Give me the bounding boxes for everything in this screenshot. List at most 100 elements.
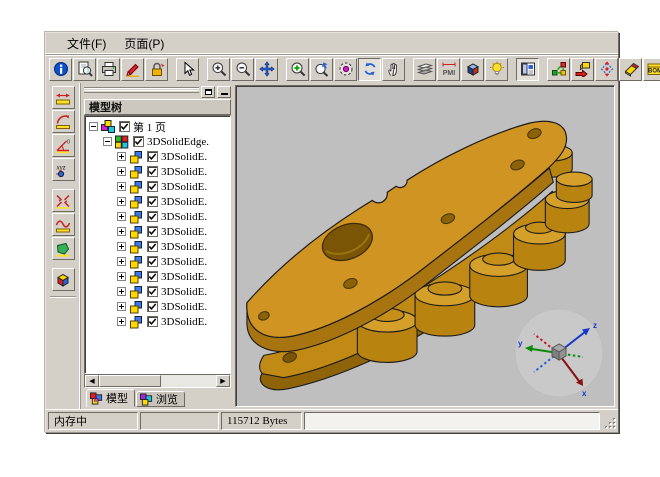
layers-button[interactable] [413, 58, 436, 81]
info-button[interactable] [49, 58, 72, 81]
measure-area-button[interactable] [52, 237, 75, 260]
visibility-checkbox[interactable] [147, 241, 158, 252]
measure-radius-button[interactable] [52, 110, 75, 133]
collapse-minus-icon[interactable] [103, 137, 112, 146]
scroll-track[interactable] [161, 375, 216, 387]
tree-node[interactable]: 3DSolidE. [87, 224, 230, 239]
tree-node[interactable]: 3DSolidE. [87, 284, 230, 299]
tree-node-label[interactable]: 第 1 页 [133, 119, 166, 135]
visibility-checkbox[interactable] [147, 271, 158, 282]
view-cube-button[interactable] [461, 58, 484, 81]
expand-plus-icon[interactable] [117, 167, 126, 176]
measure-distance-button[interactable] [52, 86, 75, 109]
tree-node[interactable]: 第 1 页 [87, 119, 230, 134]
scroll-right-button[interactable]: ▶ [216, 375, 230, 387]
tree-node-label[interactable]: 3DSolidE. [161, 196, 207, 208]
eraser-button[interactable] [619, 58, 642, 81]
tree-node[interactable]: 3DSolidE. [87, 254, 230, 269]
visibility-checkbox[interactable] [133, 136, 144, 147]
tree-node[interactable]: 3DSolidE. [87, 149, 230, 164]
measure-curve-button[interactable] [52, 213, 75, 236]
tree-node-label[interactable]: 3DSolidE. [161, 271, 207, 283]
tree-node[interactable]: 3DSolidE. [87, 164, 230, 179]
tab-model[interactable]: M模型 [86, 389, 135, 407]
measure-volume-button[interactable] [52, 268, 75, 291]
protect-key-button[interactable] [145, 58, 168, 81]
visibility-checkbox[interactable] [147, 196, 158, 207]
panel-maximize-button[interactable] [201, 86, 215, 98]
menu-item-file[interactable]: 文件(F) [60, 33, 113, 54]
light-button[interactable] [485, 58, 508, 81]
move-part-button[interactable] [571, 58, 594, 81]
orbit-widget[interactable]: z x y [512, 306, 606, 400]
tree-node[interactable]: 3DSolidE. [87, 269, 230, 284]
tab-browse[interactable]: 浏览 [136, 391, 185, 407]
tree-node-label[interactable]: 3DSolidE. [161, 241, 207, 253]
rotate-button[interactable] [358, 58, 381, 81]
expand-plus-icon[interactable] [117, 272, 126, 281]
select-cursor-button[interactable] [176, 58, 199, 81]
measure-angle-button[interactable]: 0 [52, 134, 75, 157]
rotate-part-button[interactable] [595, 58, 618, 81]
tree-node[interactable]: 3DSolidE. [87, 209, 230, 224]
panel-toggle-button[interactable] [516, 58, 539, 81]
tree-node[interactable]: 3DSolidE. [87, 194, 230, 209]
visibility-checkbox[interactable] [147, 211, 158, 222]
expand-plus-icon[interactable] [117, 317, 126, 326]
tree-node[interactable]: 3DSolidE. [87, 239, 230, 254]
tree-node-label[interactable]: 3DSolidE. [161, 316, 207, 328]
resize-grip[interactable] [602, 412, 617, 430]
viewport-3d[interactable]: z x y [235, 85, 615, 407]
measure-xyz-button[interactable]: xyz [52, 158, 75, 181]
tree-node[interactable]: 3DSolidE. [87, 179, 230, 194]
markup-pen-button[interactable] [121, 58, 144, 81]
tree-node[interactable]: 3DSolidEdge. [87, 134, 230, 149]
expand-plus-icon[interactable] [117, 242, 126, 251]
expand-plus-icon[interactable] [117, 182, 126, 191]
visibility-checkbox[interactable] [147, 166, 158, 177]
tree-node-label[interactable]: 3DSolidE. [161, 166, 207, 178]
visibility-checkbox[interactable] [147, 301, 158, 312]
tree-node-label[interactable]: 3DSolidE. [161, 256, 207, 268]
visibility-checkbox[interactable] [147, 286, 158, 297]
expand-plus-icon[interactable] [117, 212, 126, 221]
zoom-dynamic-button[interactable] [310, 58, 333, 81]
expand-plus-icon[interactable] [117, 287, 126, 296]
zoom-window-button[interactable] [286, 58, 309, 81]
tree-node-label[interactable]: 3DSolidE. [161, 301, 207, 313]
model-tree[interactable]: 第 1 页3DSolidEdge. 3DSolidE. 3DSolidE. 3DSol… [84, 115, 231, 374]
tree-node[interactable]: 3DSolidE. [87, 314, 230, 329]
menu-item-page[interactable]: 页面(P) [117, 33, 171, 54]
visibility-checkbox[interactable] [147, 151, 158, 162]
tree-node-label[interactable]: 3DSolidE. [161, 211, 207, 223]
tree-node-label[interactable]: 3DSolidE. [161, 226, 207, 238]
orbit-button[interactable] [334, 58, 357, 81]
bom-button[interactable]: BOM [643, 58, 660, 81]
tree-node-label[interactable]: 3DSolidE. [161, 151, 207, 163]
pmi-button[interactable]: PMI [437, 58, 460, 81]
zoom-out-button[interactable] [231, 58, 254, 81]
visibility-checkbox[interactable] [147, 226, 158, 237]
tree-node[interactable]: 3DSolidE. [87, 299, 230, 314]
hand-button[interactable] [382, 58, 405, 81]
print-preview-button[interactable] [73, 58, 96, 81]
tree-hscrollbar[interactable]: ◀ ▶ [84, 374, 231, 388]
visibility-checkbox[interactable] [147, 181, 158, 192]
tree-node-label[interactable]: 3DSolidE. [161, 181, 207, 193]
pan-button[interactable] [255, 58, 278, 81]
measure-gap-button[interactable] [52, 189, 75, 212]
tree-node-label[interactable]: 3DSolidEdge. [147, 136, 209, 148]
collapse-minus-icon[interactable] [89, 122, 98, 131]
visibility-checkbox[interactable] [119, 121, 130, 132]
visibility-checkbox[interactable] [147, 256, 158, 267]
zoom-in-button[interactable] [207, 58, 230, 81]
explode-button[interactable] [547, 58, 570, 81]
print-button[interactable] [97, 58, 120, 81]
panel-gripper[interactable] [84, 85, 231, 98]
expand-plus-icon[interactable] [117, 257, 126, 266]
expand-plus-icon[interactable] [117, 227, 126, 236]
tree-node-label[interactable]: 3DSolidE. [161, 286, 207, 298]
panel-hide-button[interactable] [217, 86, 231, 98]
scroll-thumb[interactable] [99, 375, 161, 387]
expand-plus-icon[interactable] [117, 197, 126, 206]
